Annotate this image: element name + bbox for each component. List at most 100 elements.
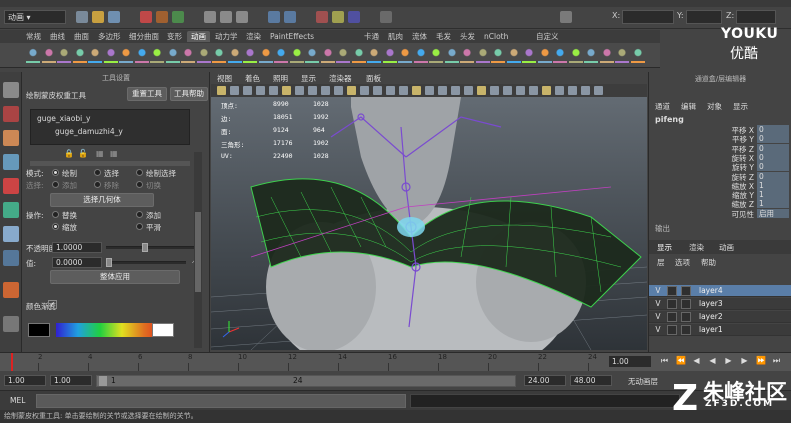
viewport-tool-icon[interactable] (282, 86, 291, 95)
shelf-tab[interactable]: 毛发 (432, 31, 455, 42)
shelf-tool-icon[interactable] (491, 47, 505, 63)
viewport-tool-icon[interactable] (412, 86, 421, 95)
select-hierarchy-icon[interactable] (140, 11, 152, 23)
render-settings-icon[interactable] (348, 11, 360, 23)
shelf-tab[interactable]: 自定义 (532, 31, 563, 42)
viewport-3d[interactable]: 顶点: 8990 1028 边: 18051 1992 面: 9124 964 … (211, 97, 647, 350)
viewport-tool-icon[interactable] (334, 86, 343, 95)
viewport-tool-icon[interactable] (308, 86, 317, 95)
layer-color-swatch[interactable] (681, 286, 691, 296)
single-view-icon[interactable] (3, 250, 19, 266)
layer-type-toggle[interactable] (667, 325, 677, 335)
shelf-tool-icon[interactable] (57, 47, 71, 63)
shelf-tool-icon[interactable] (181, 47, 195, 63)
open-scene-icon[interactable] (92, 11, 104, 23)
viewport-tool-icon[interactable] (594, 86, 603, 95)
shelf-tool-icon[interactable] (568, 47, 583, 63)
shelf-tool-icon[interactable] (41, 47, 56, 63)
shelf-tool-icon[interactable] (26, 47, 40, 63)
lock-icon[interactable]: 🔒 (64, 149, 74, 158)
viewport-tool-icon[interactable] (555, 86, 564, 95)
shelf-tab[interactable]: nCloth (480, 31, 512, 42)
op-scale-radio[interactable] (52, 223, 59, 230)
x-field[interactable] (622, 10, 674, 24)
shelf-tool-icon[interactable] (630, 47, 645, 63)
shelf-tool-icon[interactable] (599, 47, 614, 63)
shelf-tool-icon[interactable] (460, 47, 474, 63)
absolute-transform-icon[interactable] (560, 11, 572, 23)
lasso-tool-icon[interactable] (3, 106, 19, 122)
shelf-tab[interactable]: 常规 (22, 31, 45, 42)
attribute-value[interactable]: 1 (757, 199, 789, 209)
layer-menu-options[interactable]: 选项 (675, 257, 690, 268)
new-scene-icon[interactable] (76, 11, 88, 23)
shelf-tool-icon[interactable] (88, 47, 102, 63)
flood-button[interactable]: 整体应用 (50, 270, 180, 284)
channel-box-menu-edit[interactable]: 编辑 (681, 101, 696, 112)
influence-list[interactable]: guge_xiaobi_y guge_damuzhi4_y (30, 109, 190, 145)
select-tool-icon[interactable] (3, 82, 19, 98)
construction-history-icon[interactable] (284, 11, 296, 23)
shelf-tool-icon[interactable] (165, 47, 180, 63)
viewport-tool-icon[interactable] (386, 86, 395, 95)
attribute-value[interactable]: 1 (757, 180, 789, 190)
viewport-tool-icon[interactable] (347, 86, 356, 95)
shelf-tab[interactable]: 曲线 (46, 31, 69, 42)
snap-curve-icon[interactable] (220, 11, 232, 23)
viewport-menu-item[interactable]: 显示 (301, 73, 316, 84)
layer-visibility-toggle[interactable]: V (653, 286, 663, 296)
play-back-icon[interactable]: ◀ (708, 356, 717, 365)
layer-tab-anim[interactable]: 动画 (719, 242, 734, 253)
mode-select-radio[interactable] (94, 169, 101, 176)
command-input[interactable] (36, 394, 406, 408)
viewport-tool-icon[interactable] (243, 86, 252, 95)
list-scrollbar[interactable] (30, 161, 190, 166)
opacity-slider-thumb[interactable] (142, 243, 149, 252)
shelf-tab[interactable]: PaintEffects (266, 31, 318, 42)
shelf-tool-icon[interactable] (382, 47, 397, 63)
go-to-start-icon[interactable]: ⏮ (660, 356, 669, 365)
command-language[interactable]: MEL (10, 396, 25, 405)
viewport-tool-icon[interactable] (516, 86, 525, 95)
paint-select-icon[interactable] (3, 130, 19, 146)
tool-help-button[interactable]: 工具帮助 (170, 87, 208, 101)
attribute-value[interactable]: 0 (757, 125, 789, 134)
layout-icon[interactable] (3, 316, 19, 332)
attribute-name[interactable]: 可见性 (659, 209, 755, 220)
go-to-end-icon[interactable]: ⏭ (772, 356, 781, 365)
shelf-tool-icon[interactable] (150, 47, 164, 63)
op-smooth-radio[interactable] (136, 223, 143, 230)
viewport-tool-icon[interactable] (477, 86, 486, 95)
layer-visibility-toggle[interactable]: V (653, 325, 663, 335)
select-component-icon[interactable] (172, 11, 184, 23)
viewport-tool-icon[interactable] (217, 86, 226, 95)
gradient-min-swatch[interactable] (28, 323, 50, 337)
playback-start-field[interactable]: 1.00 (50, 375, 92, 386)
value-slider-thumb[interactable] (106, 258, 112, 267)
viewport-tool-icon[interactable] (256, 86, 265, 95)
shelf-tool-icon[interactable] (506, 47, 521, 63)
ipr-render-icon[interactable] (332, 11, 344, 23)
viewport-tool-icon[interactable] (295, 86, 304, 95)
layer-visibility-toggle[interactable]: V (653, 312, 663, 322)
viewport-tool-icon[interactable] (269, 86, 278, 95)
step-back-icon[interactable]: ◀︎ (692, 356, 701, 365)
shelf-tool-icon[interactable] (134, 47, 149, 63)
step-back-key-icon[interactable]: ⏪ (676, 356, 686, 365)
value-slider[interactable] (106, 258, 186, 267)
shelf-tab[interactable]: 卡通 (360, 31, 383, 42)
select-object-icon[interactable] (156, 11, 168, 23)
channel-box-menu-object[interactable]: 对象 (707, 101, 722, 112)
current-frame-field[interactable]: 1.00 (608, 355, 652, 368)
viewport-tool-icon[interactable] (581, 86, 590, 95)
range-end-field[interactable]: 48.00 (570, 375, 612, 386)
shelf-tool-icon[interactable] (243, 47, 257, 63)
shelf-tab[interactable]: 动力学 (211, 31, 242, 42)
viewport-tool-icon[interactable] (568, 86, 577, 95)
y-field[interactable] (686, 10, 722, 24)
layer-color-swatch[interactable] (681, 312, 691, 322)
snap-grid-icon[interactable] (204, 11, 216, 23)
shelf-tool-icon[interactable] (444, 47, 459, 63)
channel-box-menu-show[interactable]: 显示 (733, 101, 748, 112)
play-forward-icon[interactable]: ▶ (724, 356, 733, 365)
